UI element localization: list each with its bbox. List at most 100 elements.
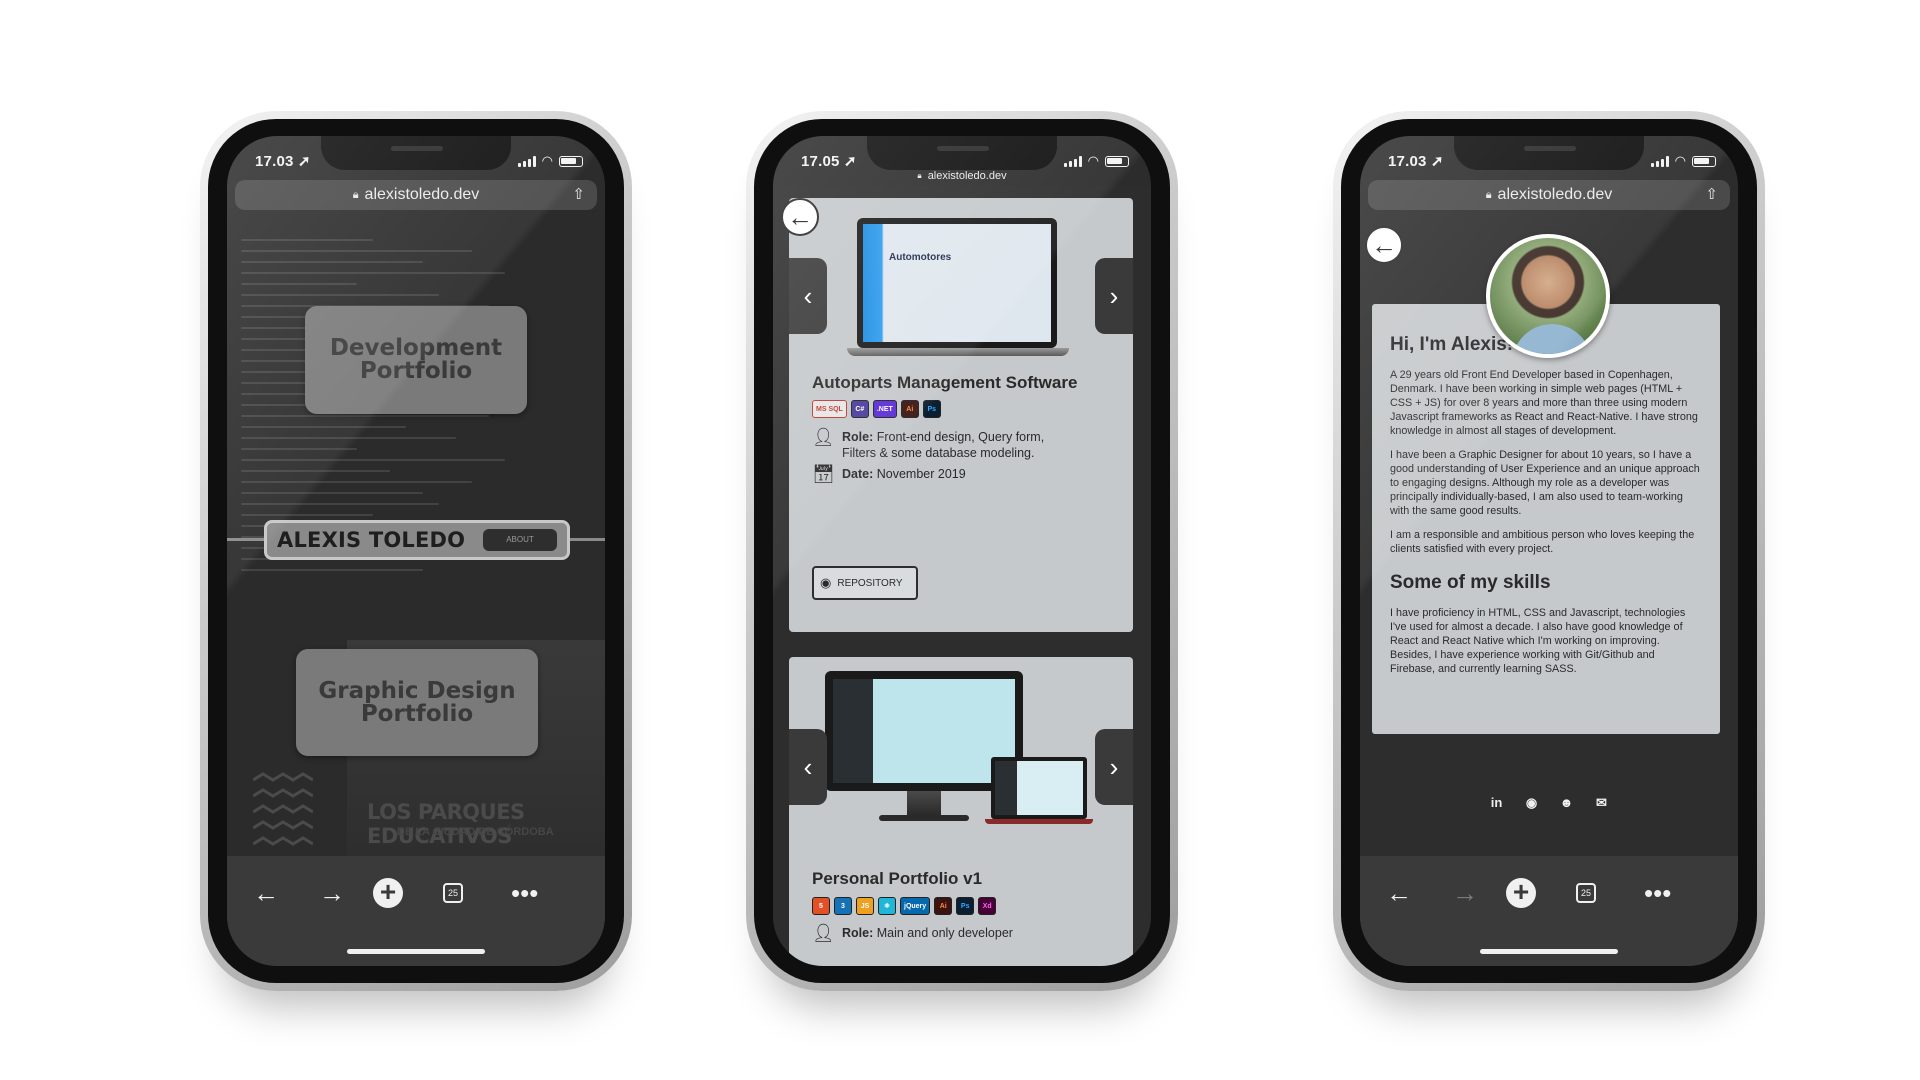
calendar-icon: 📅︎ xyxy=(812,464,835,484)
project-title: Autoparts Management Software xyxy=(812,373,1078,392)
location-arrow-icon: ➚ xyxy=(297,153,311,170)
project-role: 👤︎ Role: Main and only developer xyxy=(812,923,1013,943)
about-card: Hi, I'm Alexis! A 29 years old Front End… xyxy=(1372,304,1720,734)
role-label: Role: xyxy=(842,926,874,940)
back-arrow-icon[interactable]: ← xyxy=(253,878,279,908)
github-icon[interactable]: ◉ xyxy=(1522,793,1541,812)
role-label: Role: xyxy=(842,430,874,444)
about-button[interactable]: ABOUT xyxy=(483,529,557,551)
carousel-prev-button[interactable]: ‹ xyxy=(789,729,827,805)
project-card: ‹ › Automotores Autoparts Management Sof… xyxy=(789,198,1133,632)
tabs-icon[interactable]: 25 xyxy=(443,883,463,903)
social-links: in ◉ ☻ ✉ xyxy=(1360,793,1738,812)
notch xyxy=(867,136,1057,170)
project-preview-laptop: Automotores xyxy=(847,218,1069,364)
back-button[interactable]: ← xyxy=(1365,226,1403,264)
battery-icon xyxy=(1692,155,1716,167)
tabs-icon[interactable]: 25 xyxy=(1576,883,1596,903)
location-arrow-icon: ➚ xyxy=(1430,153,1444,170)
signal-icon xyxy=(1650,155,1669,167)
browser-toolbar: ← → + 25 ••• xyxy=(227,856,605,966)
photoshop-badge: Ps xyxy=(956,897,975,915)
battery-icon xyxy=(559,155,583,167)
carousel-next-button[interactable]: › xyxy=(1095,258,1133,334)
url-text: alexistoledo.dev xyxy=(364,186,480,203)
role-text: Main and only developer xyxy=(876,926,1013,940)
chevron-right-icon: › xyxy=(1109,280,1119,311)
phone-screen: 17.03 ➚ ◠ 🔒︎ alexistoledo.dev ⇧ LOS PARQ… xyxy=(227,136,605,966)
skills-paragraph: I have proficiency in HTML, CSS and Java… xyxy=(1390,607,1686,675)
user-icon: 👤︎ xyxy=(812,923,835,943)
home-indicator xyxy=(1480,949,1618,954)
landing-page: LOS PARQUES EDUCATIVOS DE LA CIUDAD DE C… xyxy=(227,210,605,856)
photoshop-badge: Ps xyxy=(922,400,941,418)
status-icons: ◠ xyxy=(1650,153,1716,169)
more-icon[interactable]: ••• xyxy=(511,878,538,908)
forward-arrow-icon[interactable]: → xyxy=(319,878,345,908)
poster-subtext: DE LA CIUDAD DE CÓRDOBA xyxy=(397,826,554,838)
chevron-left-icon: ‹ xyxy=(803,280,813,311)
share-icon[interactable]: ⇧ xyxy=(1705,185,1718,203)
back-arrow-icon[interactable]: ← xyxy=(1386,878,1412,908)
lock-icon: 🔒︎ xyxy=(1485,188,1492,201)
graphic-design-portfolio-button[interactable]: Graphic Design Portfolio xyxy=(296,649,538,756)
wifi-icon: ◠ xyxy=(1674,153,1686,168)
preview-title: Automotores xyxy=(889,252,952,263)
forward-arrow-icon[interactable]: → xyxy=(1452,878,1478,908)
dotnet-badge: .NET xyxy=(872,400,897,418)
illustrator-badge: Ai xyxy=(934,897,953,915)
back-arrow-icon: ← xyxy=(1371,229,1397,260)
role-text: Front-end design, Query form, Filters & … xyxy=(842,430,1045,460)
name-banner: ALEXIS TOLEDO ABOUT xyxy=(264,520,570,560)
new-tab-icon[interactable]: + xyxy=(373,878,403,908)
poster-text: LOS PARQUES EDUCATIVOS xyxy=(367,800,525,848)
notch xyxy=(1454,136,1644,170)
avatar xyxy=(1486,234,1610,358)
notch xyxy=(321,136,511,170)
status-time: 17.03 ➚ xyxy=(1388,153,1444,170)
about-paragraph: I have been a Graphic Designer for about… xyxy=(1390,449,1700,517)
signal-icon xyxy=(517,155,536,167)
lock-icon: 🔒︎ xyxy=(917,171,922,180)
html5-badge: 5 xyxy=(812,897,830,915)
showcase-stage: 17.03 ➚ ◠ 🔒︎ alexistoledo.dev ⇧ LOS PARQ… xyxy=(0,0,1920,1080)
chevron-right-icon: › xyxy=(1109,751,1119,782)
url-text: alexistoledo.dev xyxy=(927,170,1007,182)
tech-badges: 5 3 JS ⚛ jQuery Ai Ps Xd xyxy=(812,897,997,915)
repository-button[interactable]: ◉ REPOSITORY xyxy=(812,566,918,600)
development-portfolio-button[interactable]: Development Portfolio xyxy=(305,306,527,414)
name-title: ALEXIS TOLEDO xyxy=(277,528,466,552)
mail-icon[interactable]: ✉ xyxy=(1592,793,1611,812)
new-tab-icon[interactable]: + xyxy=(1506,878,1536,908)
csharp-badge: C# xyxy=(850,400,869,418)
lock-icon: 🔒︎ xyxy=(352,188,359,201)
address-bar[interactable]: 🔒︎ alexistoledo.dev ⇧ xyxy=(1368,180,1730,210)
zigzag-decoration xyxy=(253,772,313,846)
phone-portfolio-home: 17.03 ➚ ◠ 🔒︎ alexistoledo.dev ⇧ LOS PARQ… xyxy=(200,111,632,991)
project-title: Personal Portfolio v1 xyxy=(812,869,983,888)
phone-development-portfolio: 17.05 ➚ ◠ 🔒︎ alexistoledo.dev ← ‹ › Auto… xyxy=(746,111,1178,991)
share-icon[interactable]: ⇧ xyxy=(572,185,585,203)
back-button[interactable]: ← xyxy=(781,198,819,236)
home-indicator xyxy=(347,949,485,954)
project-date: 📅︎ Date: November 2019 xyxy=(812,464,966,484)
discord-icon[interactable]: ☻ xyxy=(1557,793,1576,812)
status-time: 17.03 ➚ xyxy=(255,153,311,170)
more-icon[interactable]: ••• xyxy=(1644,878,1671,908)
linkedin-icon[interactable]: in xyxy=(1487,793,1506,812)
react-badge: ⚛ xyxy=(878,897,896,915)
status-icons: ◠ xyxy=(517,153,583,169)
about-paragraph: A 29 years old Front End Developer based… xyxy=(1390,369,1698,437)
xd-badge: Xd xyxy=(978,897,997,915)
date-text: November 2019 xyxy=(876,467,966,481)
carousel-next-button[interactable]: › xyxy=(1095,729,1133,805)
wifi-icon: ◠ xyxy=(541,153,553,168)
user-icon: 👤︎ xyxy=(812,427,835,447)
github-icon: ◉ xyxy=(820,575,832,590)
project-role: 👤︎ Role: Front-end design, Query form, F… xyxy=(812,427,1072,461)
url-text: alexistoledo.dev xyxy=(1497,186,1613,203)
carousel-prev-button[interactable]: ‹ xyxy=(789,258,827,334)
address-bar[interactable]: 🔒︎ alexistoledo.dev ⇧ xyxy=(235,180,597,210)
back-arrow-icon: ← xyxy=(787,201,813,232)
about-page: ← Hi, I'm Alexis! A 29 years old Front E… xyxy=(1360,210,1738,856)
